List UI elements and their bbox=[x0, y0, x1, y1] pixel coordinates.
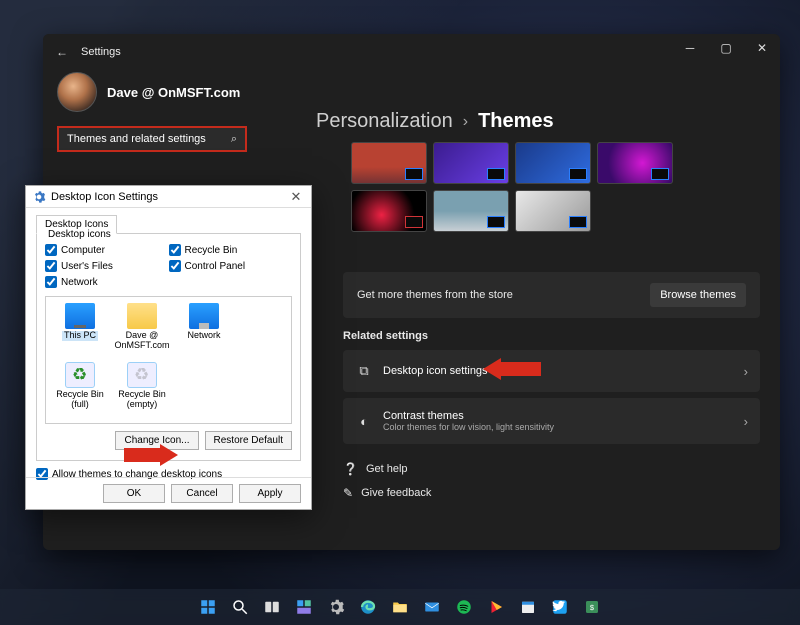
search-icon: ⌕ bbox=[231, 133, 237, 146]
icon-preview-box: This PC Dave @ OnMSFT.com Network Recycl… bbox=[45, 296, 292, 424]
icon-recycle-bin-full[interactable]: Recycle Bin (full) bbox=[52, 362, 108, 417]
help-icon: ❔ bbox=[343, 462, 358, 476]
widgets-button[interactable] bbox=[290, 593, 318, 621]
checkbox-computer[interactable]: Computer bbox=[45, 244, 169, 256]
window-titlebar: ← Settings ─ ▢ ✕ bbox=[43, 34, 780, 62]
breadcrumb-personalization[interactable]: Personalization bbox=[316, 110, 453, 133]
apply-button[interactable]: Apply bbox=[239, 484, 301, 503]
desktop-icons-group: Desktop icons Computer Recycle Bin User'… bbox=[36, 233, 301, 461]
ok-button[interactable]: OK bbox=[103, 484, 165, 503]
related-settings-header: Related settings bbox=[343, 330, 428, 342]
icon-user-files[interactable]: Dave @ OnMSFT.com bbox=[114, 303, 170, 358]
back-button[interactable]: ← bbox=[43, 37, 81, 59]
settings-search[interactable]: ⌕ bbox=[57, 126, 247, 152]
task-view-button[interactable] bbox=[258, 593, 286, 621]
checkbox-recycle-bin[interactable]: Recycle Bin bbox=[169, 244, 293, 256]
theme-thumbnail[interactable] bbox=[515, 190, 591, 232]
breadcrumb: Personalization › Themes bbox=[316, 110, 554, 133]
spotify-icon[interactable] bbox=[450, 593, 478, 621]
dialog-close-button[interactable]: ✕ bbox=[281, 189, 311, 205]
give-feedback-link[interactable]: ✎ Give feedback bbox=[343, 486, 431, 500]
chevron-right-icon: › bbox=[744, 414, 748, 429]
dialog-title: Desktop Icon Settings bbox=[51, 191, 158, 203]
avatar bbox=[57, 72, 97, 112]
theme-thumbnail[interactable] bbox=[433, 142, 509, 184]
contrast-icon: ◐ bbox=[355, 414, 373, 429]
desktop-icon-settings-icon: ⧉ bbox=[355, 363, 373, 379]
gear-icon bbox=[32, 190, 46, 204]
more-themes-row: Get more themes from the store Browse th… bbox=[343, 272, 760, 318]
theme-thumbnail[interactable] bbox=[351, 190, 427, 232]
window-title: Settings bbox=[81, 38, 121, 58]
restore-default-button[interactable]: Restore Default bbox=[205, 431, 292, 450]
profile-name: Dave @ OnMSFT.com bbox=[107, 85, 240, 100]
calendar-icon[interactable] bbox=[514, 593, 542, 621]
contrast-themes-sub: Color themes for low vision, light sensi… bbox=[383, 422, 734, 432]
feedback-icon: ✎ bbox=[343, 486, 353, 500]
chevron-right-icon: › bbox=[463, 113, 468, 131]
app-icon[interactable]: $ bbox=[578, 593, 606, 621]
maximize-button[interactable]: ▢ bbox=[708, 34, 744, 62]
theme-grid bbox=[351, 142, 673, 232]
cancel-button[interactable]: Cancel bbox=[171, 484, 233, 503]
taskbar: $ bbox=[0, 589, 800, 625]
start-button[interactable] bbox=[194, 593, 222, 621]
icon-this-pc[interactable]: This PC bbox=[52, 303, 108, 358]
taskbar-settings-icon[interactable] bbox=[322, 593, 350, 621]
edge-icon[interactable] bbox=[354, 593, 382, 621]
icon-recycle-bin-empty[interactable]: Recycle Bin (empty) bbox=[114, 362, 170, 417]
file-explorer-icon[interactable] bbox=[386, 593, 414, 621]
annotation-arrow bbox=[483, 358, 541, 380]
twitter-icon[interactable] bbox=[546, 593, 574, 621]
theme-thumbnail[interactable] bbox=[433, 190, 509, 232]
dialog-footer: OK Cancel Apply bbox=[26, 477, 311, 509]
more-themes-label: Get more themes from the store bbox=[357, 289, 513, 301]
contrast-themes-label: Contrast themes bbox=[383, 410, 734, 422]
desktop-icon-settings-dialog: Desktop Icon Settings ✕ Desktop Icons De… bbox=[25, 185, 312, 510]
play-icon[interactable] bbox=[482, 593, 510, 621]
chevron-right-icon: › bbox=[744, 364, 748, 379]
dialog-titlebar: Desktop Icon Settings ✕ bbox=[26, 186, 311, 208]
search-input[interactable] bbox=[67, 133, 231, 145]
desktop-icon-settings-row[interactable]: ⧉ Desktop icon settings › bbox=[343, 350, 760, 392]
close-button[interactable]: ✕ bbox=[744, 34, 780, 62]
checkbox-control-panel[interactable]: Control Panel bbox=[169, 260, 293, 272]
search-button[interactable] bbox=[226, 593, 254, 621]
theme-thumbnail[interactable] bbox=[515, 142, 591, 184]
desktop-icon-settings-label: Desktop icon settings bbox=[383, 365, 734, 377]
checkbox-network[interactable]: Network bbox=[45, 276, 169, 288]
browse-themes-button[interactable]: Browse themes bbox=[650, 283, 746, 307]
annotation-arrow bbox=[124, 444, 178, 466]
icon-network[interactable]: Network bbox=[176, 303, 232, 358]
theme-thumbnail[interactable] bbox=[597, 142, 673, 184]
breadcrumb-themes: Themes bbox=[478, 110, 554, 133]
group-label: Desktop icons bbox=[45, 229, 114, 240]
checkbox-users-files[interactable]: User's Files bbox=[45, 260, 169, 272]
mail-icon[interactable] bbox=[418, 593, 446, 621]
get-help-link[interactable]: ❔ Get help bbox=[343, 462, 408, 476]
theme-thumbnail[interactable] bbox=[351, 142, 427, 184]
minimize-button[interactable]: ─ bbox=[672, 34, 708, 62]
contrast-themes-row[interactable]: ◐ Contrast themes Color themes for low v… bbox=[343, 398, 760, 444]
